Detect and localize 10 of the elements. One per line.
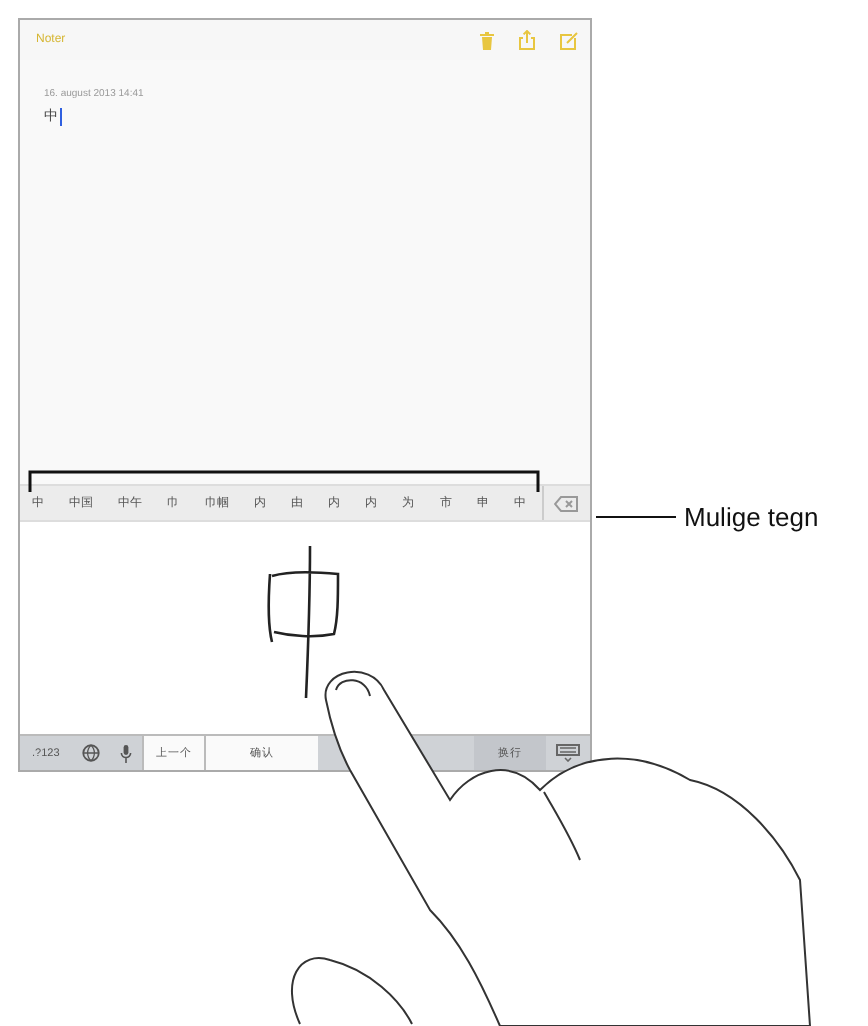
hide-keyboard-icon[interactable] xyxy=(556,744,580,762)
callout-label: Mulige tegn xyxy=(684,502,819,532)
leader-line xyxy=(596,516,676,518)
compose-icon[interactable] xyxy=(560,31,578,49)
trash-icon[interactable] xyxy=(480,31,494,49)
delete-icon[interactable] xyxy=(554,495,578,511)
globe-icon[interactable] xyxy=(81,744,100,762)
microphone-icon[interactable] xyxy=(119,743,132,763)
share-icon[interactable] xyxy=(518,30,536,50)
handwriting-area[interactable] xyxy=(20,520,590,734)
